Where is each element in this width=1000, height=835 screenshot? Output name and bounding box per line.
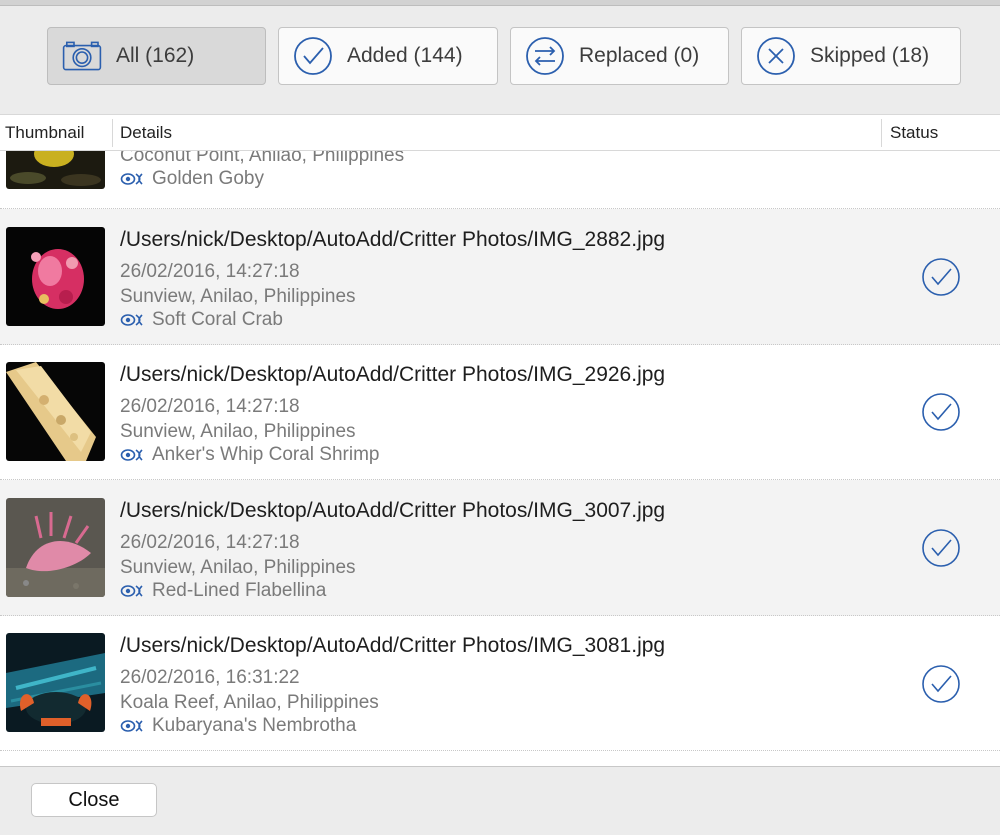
camera-icon (62, 36, 102, 76)
status-added-icon (922, 393, 960, 431)
species-eye-icon (120, 313, 148, 327)
row-location: Koala Reef, Anilao, Philippines (120, 692, 379, 713)
row-date: 26/02/2016, 16:31:22 (120, 667, 300, 688)
table-row[interactable]: /Users/nick/Desktop/AutoAdd/Critter Phot… (0, 480, 1000, 616)
species-name: Red-Lined Flabellina (152, 580, 327, 601)
row-file-path: /Users/nick/Desktop/AutoAdd/Critter Phot… (120, 228, 666, 251)
row-file-path: /Users/nick/Desktop/AutoAdd/Critter Phot… (120, 499, 666, 522)
row-species: Golden Goby (120, 168, 264, 190)
status-added-icon (922, 529, 960, 567)
species-name: Golden Goby (152, 168, 264, 189)
row-date: 26/02/2016, 14:27:18 (120, 532, 300, 553)
results-list[interactable]: Coconut Point, Anilao, Philippines Golde… (0, 151, 1000, 766)
table-row[interactable]: Coconut Point, Anilao, Philippines Golde… (0, 151, 1000, 209)
row-species: Red-Lined Flabellina (120, 580, 326, 602)
x-circle-icon (756, 36, 796, 76)
status-added-icon (922, 258, 960, 296)
species-eye-icon (120, 719, 148, 733)
filter-skipped-button[interactable]: Skipped (18) (741, 27, 961, 85)
column-divider[interactable] (112, 119, 113, 147)
row-location: Coconut Point, Anilao, Philippines (120, 151, 405, 166)
status-added-icon (922, 665, 960, 703)
column-divider[interactable] (881, 119, 882, 147)
column-header-details[interactable]: Details (120, 115, 172, 150)
row-file-path: /Users/nick/Desktop/AutoAdd/Critter Phot… (120, 634, 666, 657)
filter-all-button[interactable]: All (162) (47, 27, 266, 85)
thumbnail-whip-coral-shrimp (6, 362, 105, 461)
filter-skipped-label: Skipped (18) (810, 44, 930, 67)
table-header: Thumbnail Details Status (0, 114, 1000, 151)
species-name: Soft Coral Crab (152, 309, 283, 330)
filter-bar: All (162) Added (144) Replaced (0) Skipp… (0, 6, 1000, 114)
row-file-path: /Users/nick/Desktop/AutoAdd/Critter Phot… (120, 363, 666, 386)
dialog-footer: Close (0, 766, 1000, 835)
filter-all-label: All (162) (116, 44, 195, 67)
row-species: Anker's Whip Coral Shrimp (120, 444, 379, 466)
column-header-thumbnail[interactable]: Thumbnail (5, 115, 84, 150)
row-location: Sunview, Anilao, Philippines (120, 286, 356, 307)
swap-arrows-icon (525, 36, 565, 76)
table-row[interactable]: /Users/nick/Desktop/AutoAdd/Critter Phot… (0, 616, 1000, 751)
filter-replaced-label: Replaced (0) (579, 44, 700, 67)
row-date: 26/02/2016, 14:27:18 (120, 261, 300, 282)
species-name: Kubaryana's Nembrotha (152, 715, 357, 736)
thumbnail-red-lined-flabellina (6, 498, 105, 597)
table-row[interactable]: /Users/nick/Desktop/AutoAdd/Critter Phot… (0, 345, 1000, 480)
species-name: Anker's Whip Coral Shrimp (152, 444, 380, 465)
filter-replaced-button[interactable]: Replaced (0) (510, 27, 729, 85)
species-eye-icon (120, 448, 148, 462)
species-eye-icon (120, 584, 148, 598)
column-header-status[interactable]: Status (890, 115, 938, 150)
thumbnail-golden-goby (6, 151, 105, 189)
row-location: Sunview, Anilao, Philippines (120, 421, 356, 442)
checkmark-circle-icon (293, 36, 333, 76)
species-eye-icon (120, 172, 148, 186)
row-location: Sunview, Anilao, Philippines (120, 557, 356, 578)
thumbnail-kubaryanas-nembrotha (6, 633, 105, 732)
row-species: Kubaryana's Nembrotha (120, 715, 356, 737)
filter-added-label: Added (144) (347, 44, 463, 67)
row-species: Soft Coral Crab (120, 309, 283, 331)
filter-added-button[interactable]: Added (144) (278, 27, 498, 85)
thumbnail-soft-coral-crab (6, 227, 105, 326)
row-date: 26/02/2016, 14:27:18 (120, 396, 300, 417)
close-button[interactable]: Close (31, 783, 157, 817)
table-row[interactable]: /Users/nick/Desktop/AutoAdd/Critter Phot… (0, 209, 1000, 345)
